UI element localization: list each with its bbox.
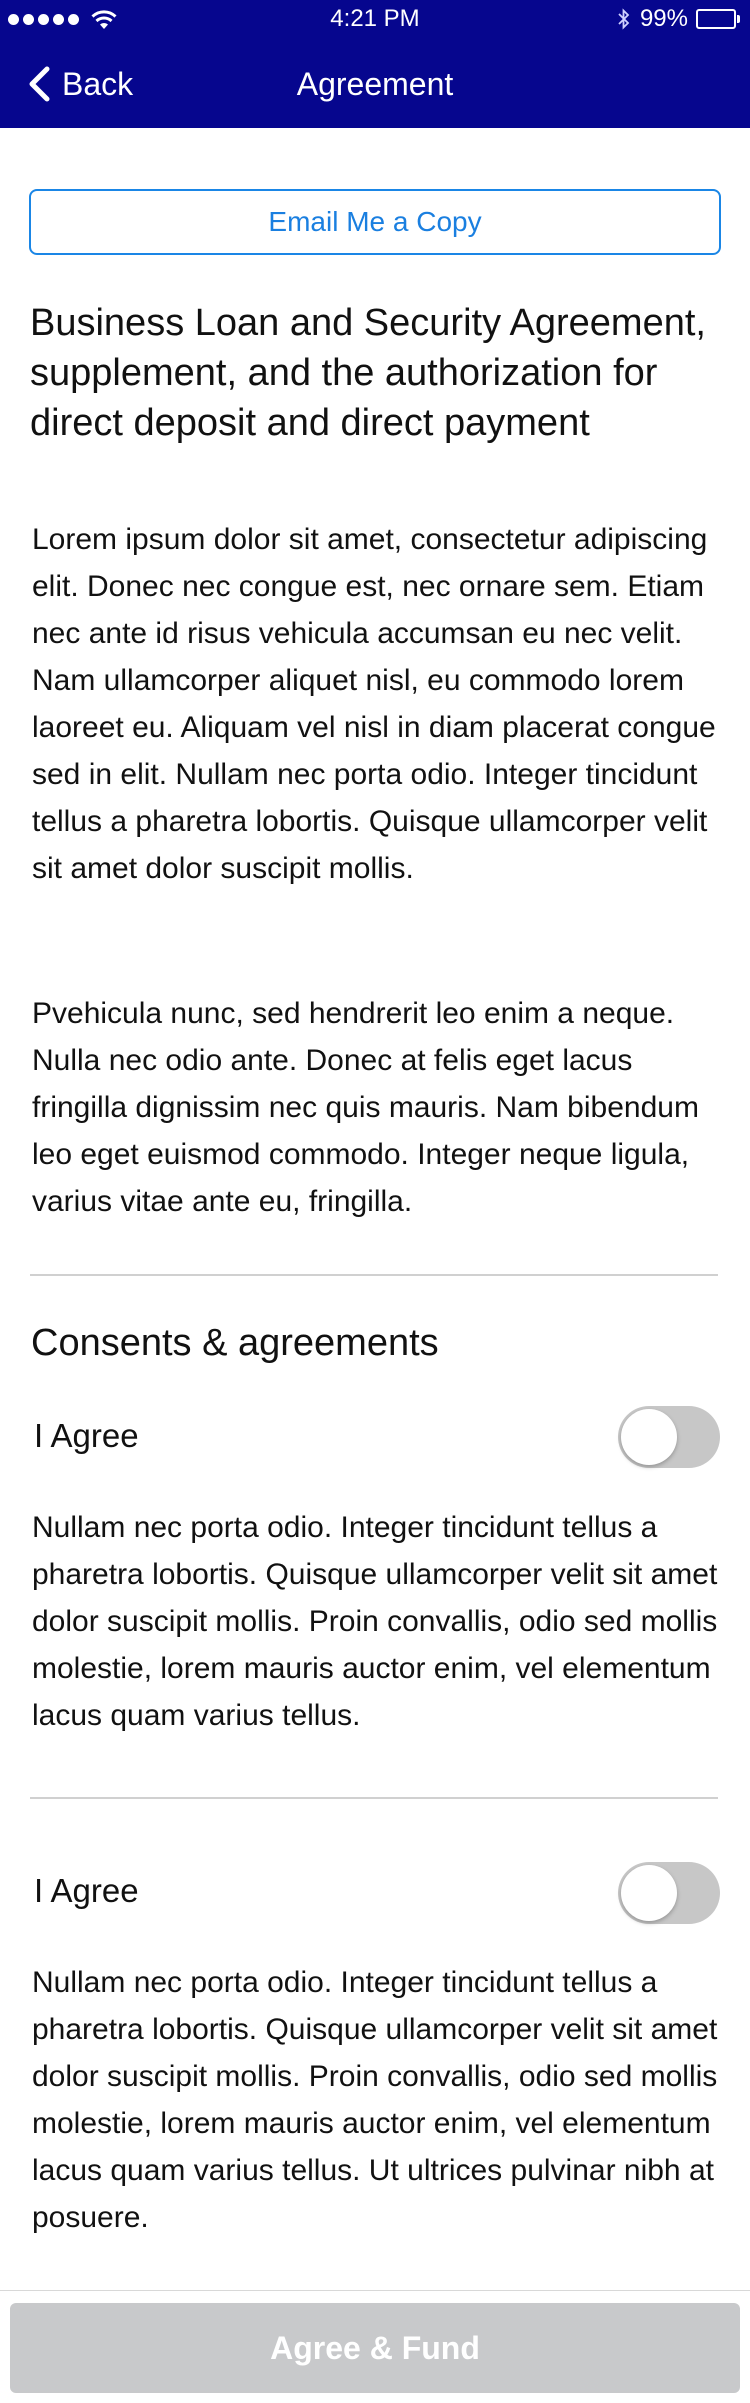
document-title: Business Loan and Security Agreement, su… bbox=[30, 302, 706, 444]
agree-fund-button[interactable]: Agree & Fund bbox=[10, 2303, 740, 2393]
consent-label: I Agree bbox=[34, 1872, 139, 1909]
status-bar: 4:21 PM 99% bbox=[0, 0, 750, 40]
consent-label: I Agree bbox=[34, 1417, 139, 1454]
consent-toggle[interactable] bbox=[618, 1862, 720, 1924]
toggle-knob bbox=[621, 1865, 677, 1921]
footer-divider bbox=[0, 2290, 750, 2291]
consents-title: Consents & agreements bbox=[31, 1322, 439, 1364]
consent-text: Nullam nec porta odio. Integer tincidunt… bbox=[32, 1511, 718, 1732]
document-paragraph: Pvehicula nunc, sed hendrerit leo enim a… bbox=[32, 997, 699, 1218]
divider bbox=[30, 1274, 718, 1276]
page-title: Agreement bbox=[296, 66, 454, 102]
consent-text: Nullam nec porta odio. Integer tincidunt… bbox=[32, 1966, 718, 2234]
consent-toggle[interactable] bbox=[618, 1406, 720, 1468]
battery-percent: 99% bbox=[639, 5, 688, 32]
bluetooth-icon bbox=[616, 7, 632, 31]
battery-icon bbox=[696, 9, 740, 29]
toggle-knob bbox=[621, 1409, 677, 1465]
email-copy-button[interactable]: Email Me a Copy bbox=[29, 189, 721, 255]
nav-bar: Back Agreement bbox=[0, 40, 750, 128]
divider bbox=[30, 1797, 718, 1799]
document-paragraph: Lorem ipsum dolor sit amet, consectetur … bbox=[32, 523, 716, 885]
status-right: 99% bbox=[616, 5, 740, 33]
